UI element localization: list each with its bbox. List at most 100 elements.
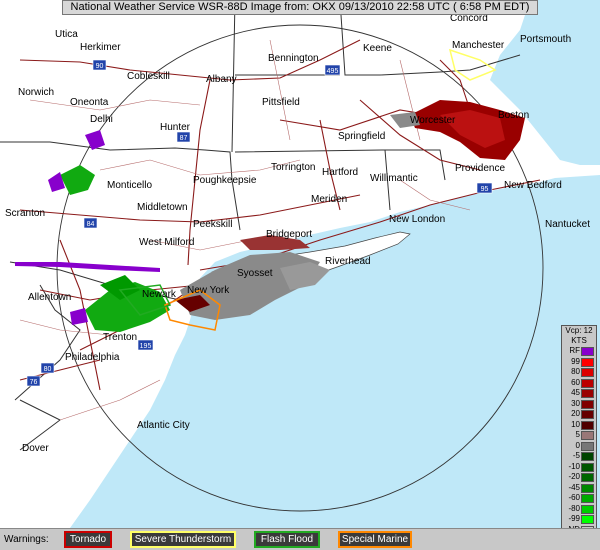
- legend-row: -60: [562, 493, 596, 504]
- warning-tornado-label: Tornado: [69, 534, 107, 545]
- legend-swatch: [581, 441, 594, 451]
- legend-label: 80: [571, 367, 580, 376]
- city-new-york: New York: [187, 285, 230, 296]
- warning-flash-flood-label: Flash Flood: [260, 534, 314, 545]
- legend-row: 99: [562, 357, 596, 368]
- city-poughkeepsie: Poughkeepsie: [193, 175, 257, 186]
- city-nantucket: Nantucket: [545, 219, 590, 230]
- legend-label: -60: [568, 493, 580, 502]
- city-boston: Boston: [498, 110, 529, 121]
- legend-row: 10: [562, 420, 596, 431]
- shield-90-label: 90: [96, 63, 104, 70]
- radar-map: Concord Utica Herkimer Keene Manchester …: [0, 0, 600, 528]
- legend-label: 99: [571, 356, 580, 366]
- warning-special-marine-label: Special Marine: [341, 534, 409, 545]
- legend-swatch: [581, 494, 594, 503]
- warning-special-marine: Special Marine: [338, 531, 412, 548]
- city-willimantic: Willimantic: [370, 173, 418, 184]
- legend-row: 0: [562, 441, 596, 452]
- legend-row: 60: [562, 378, 596, 389]
- legend-row: 5: [562, 430, 596, 441]
- legend-label: 10: [571, 419, 580, 429]
- shield-76-label: 76: [30, 379, 38, 386]
- legend-swatch: [581, 452, 594, 461]
- city-portsmouth: Portsmouth: [520, 34, 571, 45]
- city-riverhead: Riverhead: [325, 256, 371, 267]
- legend-row: -80: [562, 504, 596, 515]
- legend-row: -45: [562, 483, 596, 494]
- shield-95-label: 95: [481, 186, 489, 193]
- city-allentown: Allentown: [28, 292, 71, 303]
- city-norwich: Norwich: [18, 87, 54, 98]
- city-herkimer: Herkimer: [80, 42, 121, 53]
- legend-swatch: [581, 473, 594, 482]
- warnings-bar: Warnings: Tornado Severe Thunderstorm Fl…: [0, 528, 600, 550]
- legend-label: RF: [569, 346, 580, 355]
- legend-label: -5: [572, 451, 580, 460]
- legend-swatch: [581, 368, 594, 377]
- warning-severe-thunderstorm: Severe Thunderstorm: [130, 531, 236, 548]
- warning-flash-flood: Flash Flood: [254, 531, 320, 548]
- shield-87-label: 87: [180, 135, 188, 142]
- city-new-bedford: New Bedford: [504, 180, 562, 191]
- legend-row: -10: [562, 462, 596, 473]
- legend-row: -99: [562, 514, 596, 525]
- legend-swatch: [581, 515, 594, 524]
- shield-80-label: 80: [44, 366, 52, 373]
- city-cobleskill: Cobleskill: [127, 71, 170, 82]
- city-meriden: Meriden: [311, 194, 347, 205]
- legend-label: -45: [568, 482, 580, 492]
- city-scranton: Scranton: [5, 208, 45, 219]
- city-springfield: Springfield: [338, 131, 385, 142]
- legend-row: 20: [562, 409, 596, 420]
- city-providence: Providence: [455, 163, 505, 174]
- city-syosset: Syosset: [237, 268, 273, 279]
- legend-swatch: [581, 378, 594, 388]
- city-keene: Keene: [363, 43, 392, 54]
- velocity-legend: Vcp: 12 KTS RF 99 80 60 45 30 20 10 5 0 -5 -10 -20 -4…: [561, 325, 597, 547]
- city-newark: Newark: [142, 289, 177, 300]
- legend-label: 60: [571, 377, 580, 387]
- city-oneonta: Oneonta: [70, 97, 109, 108]
- city-albany: Albany: [206, 74, 237, 85]
- city-torrington: Torrington: [271, 162, 315, 173]
- city-new-london: New London: [389, 214, 445, 225]
- warning-severe-thunderstorm-label: Severe Thunderstorm: [134, 534, 232, 545]
- warnings-title: Warnings:: [4, 534, 49, 545]
- legend-row: 45: [562, 388, 596, 399]
- city-utica: Utica: [55, 29, 78, 40]
- legend-swatch: [581, 399, 594, 409]
- legend-label: -99: [568, 514, 580, 523]
- legend-row: -5: [562, 451, 596, 462]
- legend-row: 30: [562, 399, 596, 410]
- legend-header: Vcp: 12 KTS: [562, 326, 596, 346]
- legend-label: 0: [575, 440, 580, 450]
- legend-vcp: Vcp: 12: [565, 326, 593, 335]
- city-philadelphia: Philadelphia: [65, 352, 120, 363]
- legend-swatch: [581, 389, 594, 398]
- city-hunter: Hunter: [160, 122, 191, 133]
- shield-495-label: 495: [327, 68, 339, 75]
- legend-row: -20: [562, 472, 596, 483]
- legend-rows: RF9980604530201050-5-10-20-45-60-80-99ND: [562, 346, 596, 535]
- legend-label: 20: [571, 409, 580, 418]
- city-trenton: Trenton: [103, 332, 137, 343]
- city-dover: Dover: [22, 443, 49, 454]
- legend-swatch: [581, 504, 594, 514]
- city-bennington: Bennington: [268, 53, 319, 64]
- legend-swatch: [581, 462, 594, 472]
- city-middletown: Middletown: [137, 202, 188, 213]
- legend-row: RF: [562, 346, 596, 357]
- legend-swatch: [581, 410, 594, 419]
- legend-label: -20: [568, 472, 580, 481]
- legend-swatch: [581, 431, 594, 440]
- legend-swatch: [581, 347, 594, 356]
- legend-units: KTS: [571, 336, 587, 345]
- city-worcester: Worcester: [410, 115, 456, 126]
- warning-tornado: Tornado: [64, 531, 112, 548]
- radar-frame: Concord Utica Herkimer Keene Manchester …: [0, 0, 600, 550]
- city-west-milford: West Milford: [139, 237, 194, 248]
- city-bridgeport: Bridgeport: [266, 229, 312, 240]
- shield-195-label: 195: [140, 343, 152, 350]
- city-peekskill: Peekskill: [193, 219, 232, 230]
